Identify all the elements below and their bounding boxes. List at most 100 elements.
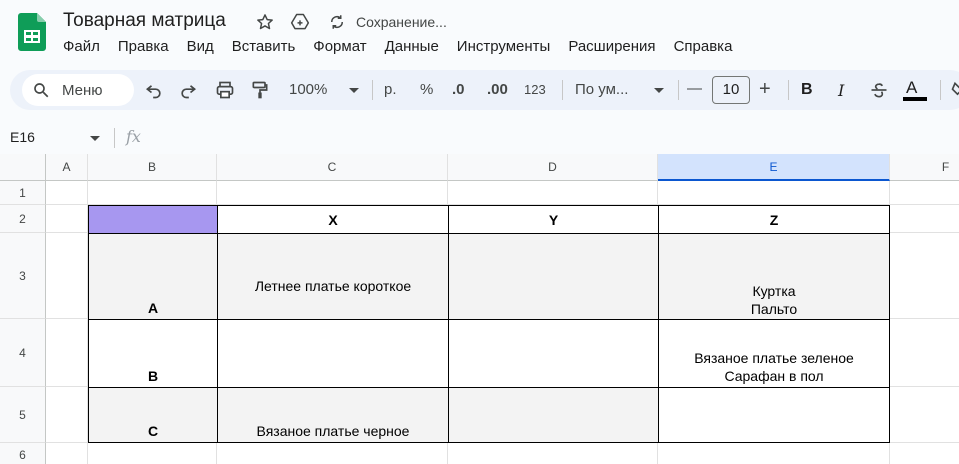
cell-c6[interactable] (217, 443, 448, 464)
cell-b2-corner[interactable] (88, 205, 218, 234)
menu-tools[interactable]: Инструменты (457, 37, 551, 57)
select-all-corner[interactable] (0, 154, 46, 181)
cell-c1[interactable] (217, 181, 448, 205)
cell-e3[interactable]: Куртка Пальто (658, 233, 890, 320)
cell-d5[interactable] (448, 387, 659, 443)
menu-insert[interactable]: Вставить (232, 37, 296, 57)
undo-icon[interactable] (142, 78, 166, 102)
spreadsheet-grid[interactable]: A B C D E F 1 2 3 4 5 6 X Y Z A Летнее п… (0, 154, 959, 464)
increase-font-size-button[interactable]: + (759, 78, 771, 101)
menu-edit[interactable]: Правка (118, 37, 169, 57)
row-header-4[interactable]: 4 (0, 319, 46, 387)
matrix-header-z: Z (769, 212, 779, 228)
cell-c2-header-x[interactable]: X (217, 205, 449, 234)
cell-a2[interactable] (46, 205, 88, 233)
matrix-row-label-a: A (147, 300, 159, 316)
increase-decimal-button[interactable]: .00 (487, 81, 508, 98)
toolbar-divider (562, 80, 563, 100)
menu-format[interactable]: Формат (313, 37, 366, 57)
column-header-c[interactable]: C (217, 154, 448, 181)
row-header-6[interactable]: 6 (0, 443, 46, 464)
text-color-button[interactable]: A (906, 78, 917, 98)
currency-format-button[interactable]: р. (384, 81, 397, 98)
cell-f3[interactable] (890, 233, 959, 319)
menu-extensions[interactable]: Расширения (568, 37, 655, 57)
column-header-b[interactable]: B (88, 154, 217, 181)
menu-view[interactable]: Вид (187, 37, 214, 57)
font-size-input[interactable]: 10 (712, 76, 750, 104)
menu-file[interactable]: Файл (63, 37, 100, 57)
column-header-d[interactable]: D (448, 154, 658, 181)
cell-e4-text: Вязаное платье зеленое Сарафан в пол (694, 350, 854, 384)
cell-c3-text: Летнее платье короткое (254, 278, 412, 294)
menu-bar: Файл Правка Вид Вставить Формат Данные И… (63, 37, 750, 57)
cell-d4[interactable] (448, 319, 659, 388)
cell-e6[interactable] (658, 443, 890, 464)
row-header-2[interactable]: 2 (0, 205, 46, 233)
cell-a4[interactable] (46, 319, 88, 387)
cell-a6[interactable] (46, 443, 88, 464)
menu-help[interactable]: Справка (674, 37, 733, 57)
column-header-a[interactable]: A (46, 154, 88, 181)
decrease-font-size-button[interactable]: — (687, 80, 702, 97)
column-header-e[interactable]: E (658, 154, 890, 181)
cell-f6[interactable] (890, 443, 959, 464)
star-icon[interactable] (254, 11, 276, 33)
matrix-header-x: X (328, 212, 338, 228)
cell-c5[interactable]: Вязаное платье черное (217, 387, 449, 443)
toolbar-divider (940, 80, 941, 100)
paint-format-icon[interactable] (248, 78, 272, 102)
cell-e1[interactable] (658, 181, 890, 205)
sheets-logo-icon[interactable] (18, 13, 46, 51)
zoom-dropdown-icon[interactable] (342, 78, 366, 102)
cell-a5[interactable] (46, 387, 88, 443)
cell-f1[interactable] (890, 181, 959, 205)
cell-c3[interactable]: Летнее платье короткое (217, 233, 449, 320)
cell-b3-row-a[interactable]: A (88, 233, 218, 320)
row-header-3[interactable]: 3 (0, 233, 46, 319)
percent-format-button[interactable]: % (420, 81, 433, 98)
document-title[interactable]: Товарная матрица (63, 10, 226, 32)
cell-d6[interactable] (448, 443, 658, 464)
cell-e3-text: Куртка Пальто (750, 283, 798, 317)
cell-d1[interactable] (448, 181, 658, 205)
cell-d3[interactable] (448, 233, 659, 320)
spreadsheet-app: Товарная матрица Сохранение... Файл Прав… (0, 0, 959, 464)
cell-f4[interactable] (890, 319, 959, 387)
cell-b4-row-b[interactable]: B (88, 319, 218, 388)
font-dropdown-icon[interactable] (647, 78, 671, 102)
font-family-select[interactable]: По ум... (575, 81, 628, 98)
row-header-1[interactable]: 1 (0, 181, 46, 205)
move-to-drive-icon[interactable] (289, 11, 311, 33)
row-header-5[interactable]: 5 (0, 387, 46, 443)
search-menus-button[interactable]: Меню (22, 74, 134, 106)
cell-b5-row-c[interactable]: C (88, 387, 218, 443)
cell-e2-header-z[interactable]: Z (658, 205, 890, 234)
cell-e5[interactable] (658, 387, 890, 443)
cell-a3[interactable] (46, 233, 88, 319)
cell-c4[interactable] (217, 319, 449, 388)
cell-e4[interactable]: Вязаное платье зеленое Сарафан в пол (658, 319, 890, 388)
cell-f5[interactable] (890, 387, 959, 443)
redo-icon[interactable] (176, 78, 200, 102)
more-formats-button[interactable]: 123 (524, 82, 546, 97)
cell-d2-header-y[interactable]: Y (448, 205, 659, 234)
column-header-f[interactable]: F (890, 154, 959, 181)
cell-f2[interactable] (890, 205, 959, 233)
name-box[interactable]: E16 (10, 129, 35, 145)
cell-b1[interactable] (88, 181, 217, 205)
name-box-dropdown-icon[interactable] (90, 133, 100, 143)
title-bar: Товарная матрица Сохранение... Файл Прав… (0, 0, 959, 66)
strikethrough-icon[interactable] (867, 78, 891, 102)
print-icon[interactable] (213, 78, 237, 102)
text-color-swatch (903, 97, 927, 101)
zoom-select[interactable]: 100% (289, 81, 327, 98)
bold-button[interactable]: B (801, 81, 813, 99)
cell-b6[interactable] (88, 443, 217, 464)
decrease-decimal-button[interactable]: .0 (452, 81, 465, 98)
toolbar-divider (372, 80, 373, 100)
fill-color-icon[interactable] (948, 78, 959, 102)
menu-data[interactable]: Данные (385, 37, 439, 57)
italic-button[interactable]: I (838, 81, 844, 100)
cell-a1[interactable] (46, 181, 88, 205)
